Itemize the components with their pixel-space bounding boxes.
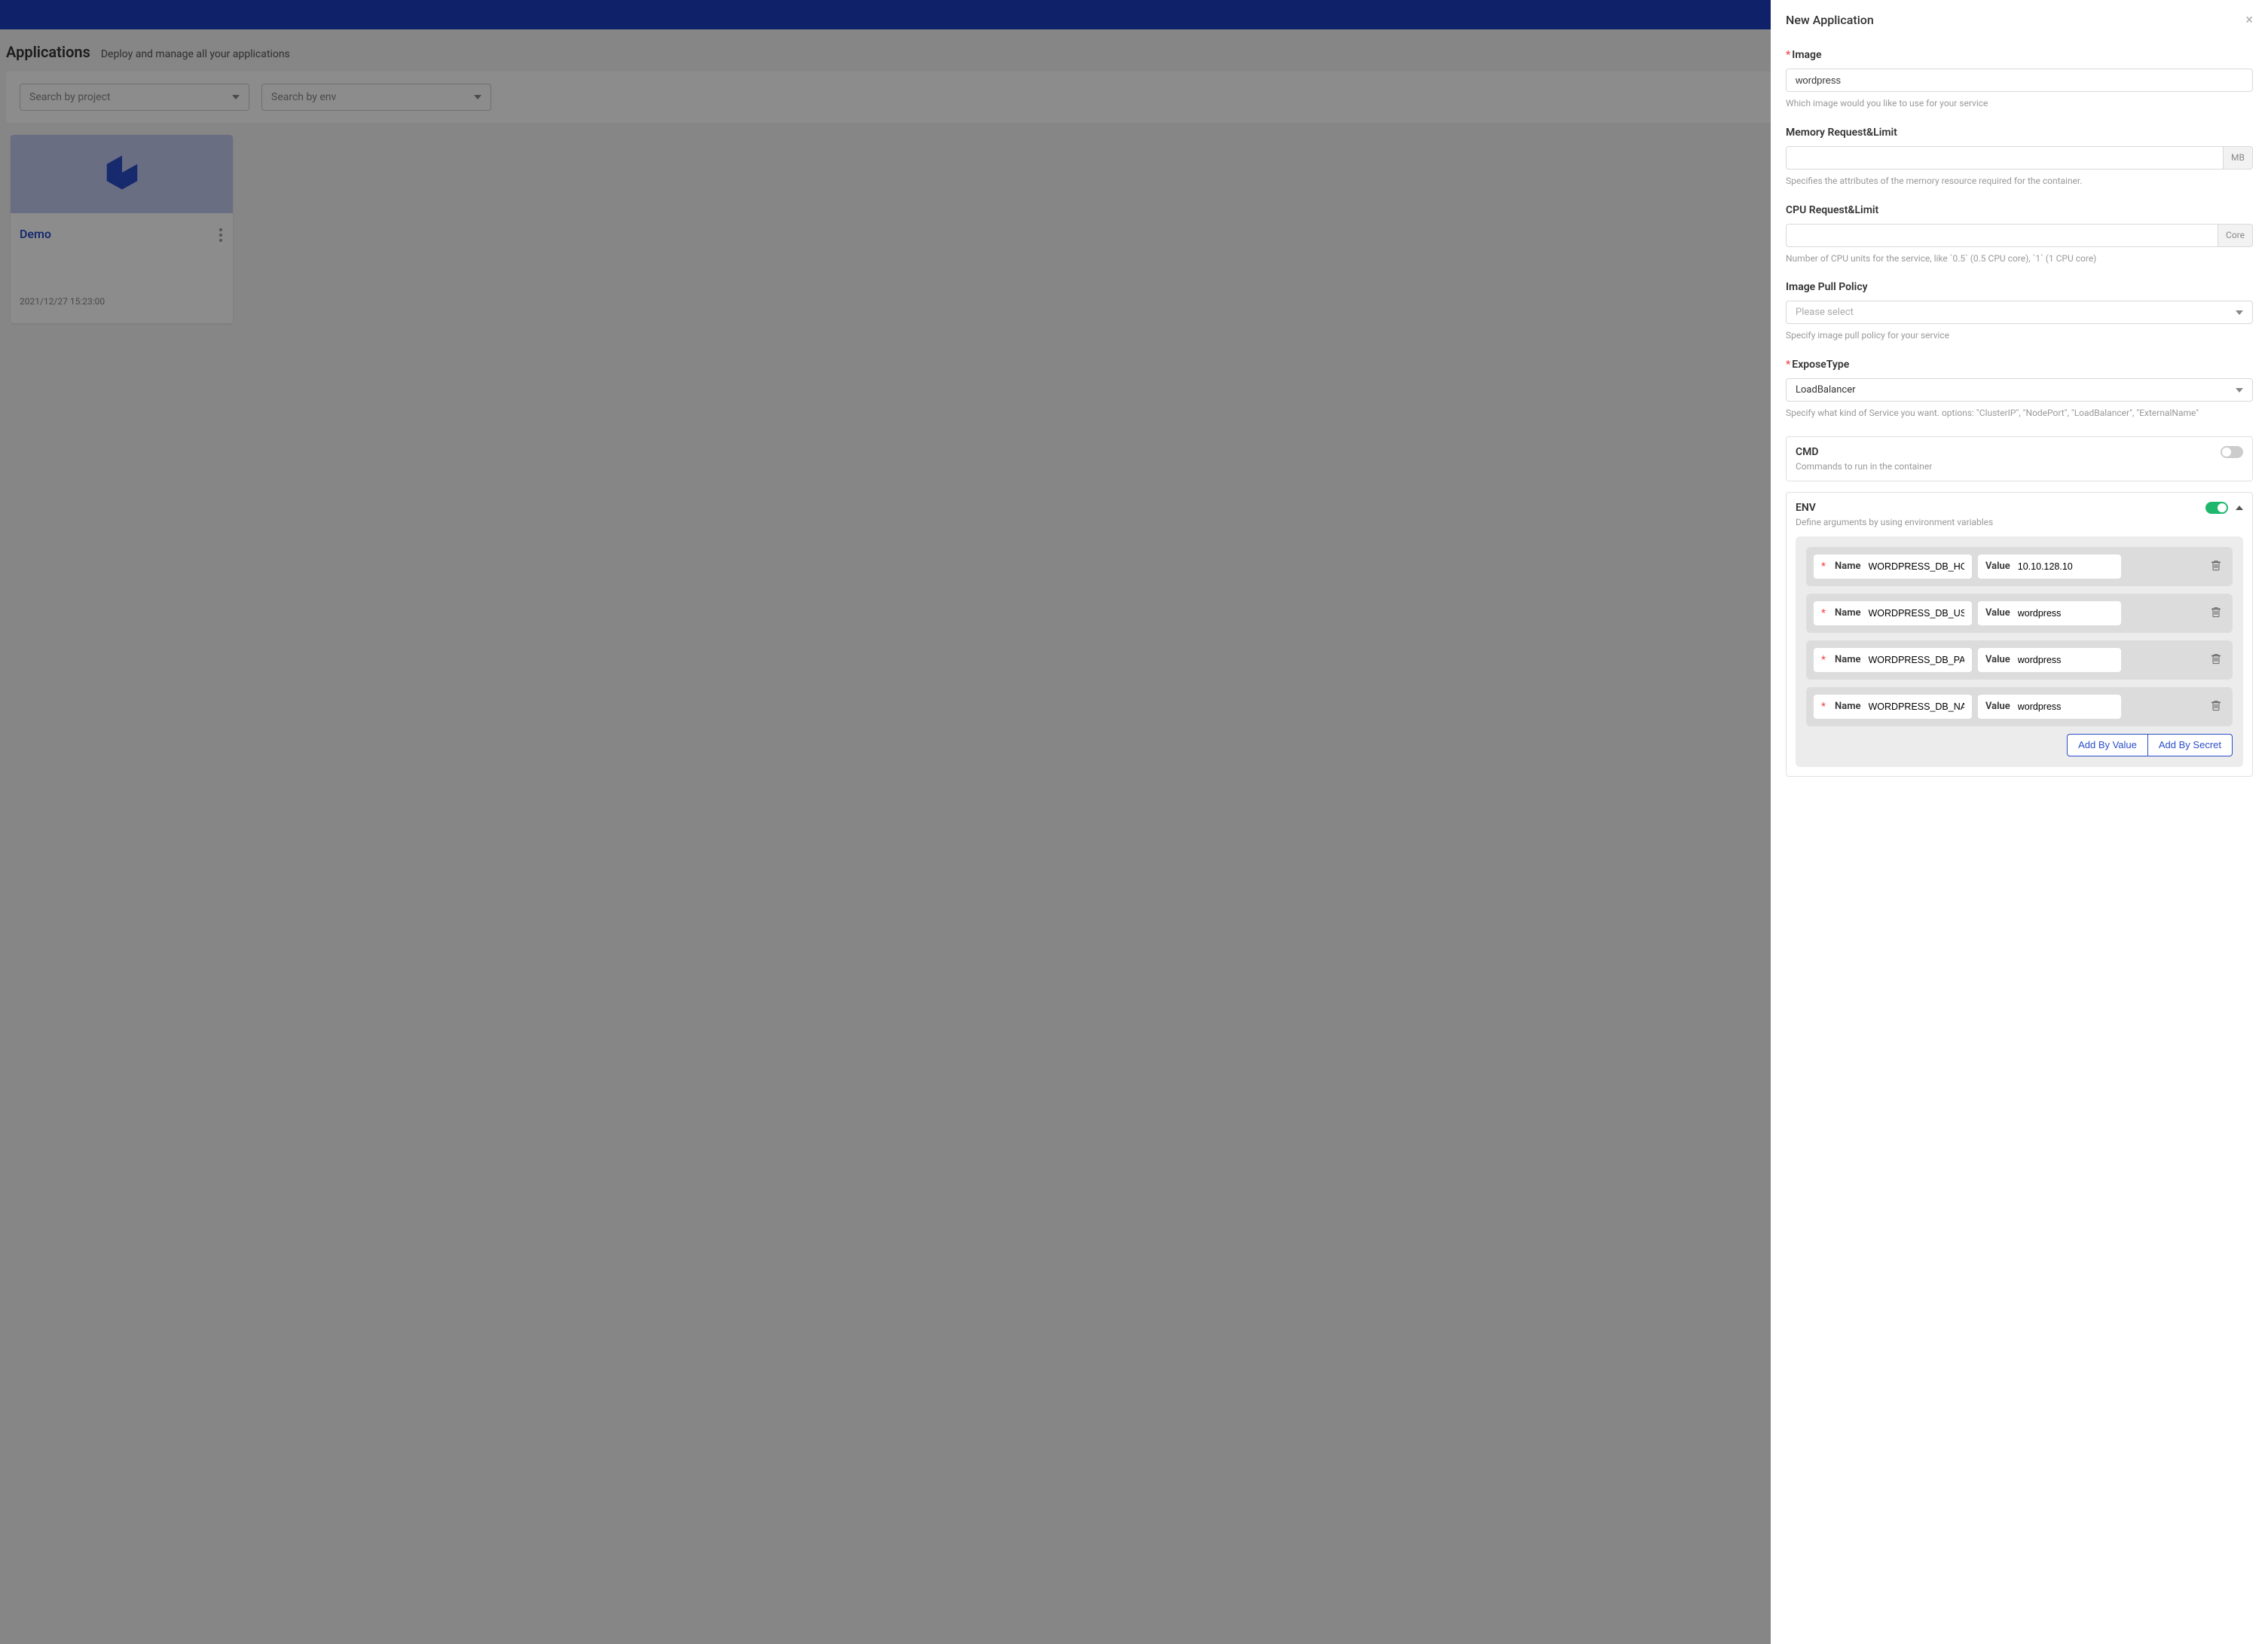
- env-value-input[interactable]: [2018, 608, 2114, 619]
- env-desc: Define arguments by using environment va…: [1796, 517, 1993, 527]
- cmd-title: CMD: [1796, 446, 1932, 458]
- env-value-input[interactable]: [2018, 561, 2114, 572]
- env-name-label: Name: [1835, 607, 1860, 619]
- image-hint: Which image would you like to use for yo…: [1786, 97, 2253, 110]
- env-value-input[interactable]: [2018, 701, 2114, 712]
- chevron-down-icon: [2236, 310, 2243, 315]
- chevron-down-icon: [2236, 388, 2243, 393]
- env-name-label: Name: [1835, 654, 1860, 665]
- trash-icon[interactable]: [2207, 696, 2225, 717]
- env-row: *Name Value: [1806, 687, 2233, 726]
- env-value-input[interactable]: [2018, 655, 2114, 665]
- env-row: *Name Value: [1806, 594, 2233, 633]
- memory-suffix: MB: [2224, 146, 2253, 170]
- memory-input[interactable]: [1786, 146, 2224, 170]
- cpu-input[interactable]: [1786, 224, 2218, 247]
- image-label: *Image: [1786, 49, 2253, 61]
- add-by-value-button[interactable]: Add By Value: [2067, 734, 2148, 756]
- memory-hint: Specifies the attributes of the memory r…: [1786, 175, 2253, 188]
- close-icon[interactable]: ×: [2245, 12, 2253, 28]
- trash-icon[interactable]: [2207, 649, 2225, 671]
- chevron-up-icon[interactable]: [2236, 506, 2243, 510]
- cpu-label: CPU Request&Limit: [1786, 204, 2253, 216]
- pull-policy-hint: Specify image pull policy for your servi…: [1786, 329, 2253, 342]
- env-toggle[interactable]: [2205, 502, 2228, 514]
- env-value-label: Value: [1985, 561, 2010, 572]
- env-name-label: Name: [1835, 561, 1860, 572]
- cpu-group: CPU Request&Limit Core Number of CPU uni…: [1786, 204, 2253, 265]
- trash-icon[interactable]: [2207, 603, 2225, 624]
- add-by-secret-button[interactable]: Add By Secret: [2148, 734, 2233, 756]
- expose-value: LoadBalancer: [1796, 384, 1856, 396]
- cmd-section: CMD Commands to run in the container: [1786, 436, 2253, 481]
- expose-select[interactable]: LoadBalancer: [1786, 378, 2253, 402]
- pull-policy-select[interactable]: Please select: [1786, 301, 2253, 324]
- cpu-suffix: Core: [2218, 224, 2253, 247]
- expose-hint: Specify what kind of Service you want. o…: [1786, 407, 2253, 420]
- expose-group: *ExposeType LoadBalancer Specify what ki…: [1786, 359, 2253, 420]
- cmd-desc: Commands to run in the container: [1796, 461, 1932, 472]
- env-value-field: Value: [1978, 555, 2121, 579]
- image-group: *Image Which image would you like to use…: [1786, 49, 2253, 110]
- trash-icon[interactable]: [2207, 556, 2225, 577]
- new-application-drawer: New Application × *Image Which image wou…: [1771, 0, 2268, 1644]
- env-name-input[interactable]: [1869, 608, 1965, 619]
- env-name-field: *Name: [1814, 648, 1972, 672]
- env-row: *Name Value: [1806, 547, 2233, 586]
- env-name-label: Name: [1835, 701, 1860, 712]
- env-value-label: Value: [1985, 607, 2010, 619]
- expose-label: *ExposeType: [1786, 359, 2253, 371]
- cmd-toggle[interactable]: [2221, 446, 2243, 458]
- env-name-input[interactable]: [1869, 561, 1965, 572]
- drawer-header: New Application ×: [1786, 12, 2253, 28]
- env-row: *Name Value: [1806, 640, 2233, 680]
- pull-policy-label: Image Pull Policy: [1786, 281, 2253, 293]
- memory-group: Memory Request&Limit MB Specifies the at…: [1786, 127, 2253, 188]
- env-title: ENV: [1796, 502, 1993, 514]
- env-name-field: *Name: [1814, 555, 1972, 579]
- env-section: ENV Define arguments by using environmen…: [1786, 492, 2253, 777]
- env-name-field: *Name: [1814, 695, 1972, 719]
- env-value-field: Value: [1978, 648, 2121, 672]
- env-name-input[interactable]: [1869, 701, 1965, 712]
- pull-policy-group: Image Pull Policy Please select Specify …: [1786, 281, 2253, 342]
- env-value-label: Value: [1985, 701, 2010, 712]
- env-body: *Name Value *Name Value *Name Value *Name Value…: [1796, 536, 2243, 767]
- cpu-hint: Number of CPU units for the service, lik…: [1786, 252, 2253, 265]
- env-value-field: Value: [1978, 695, 2121, 719]
- memory-label: Memory Request&Limit: [1786, 127, 2253, 139]
- pull-policy-placeholder: Please select: [1796, 307, 1854, 318]
- image-input[interactable]: [1786, 69, 2253, 92]
- env-value-field: Value: [1978, 601, 2121, 625]
- env-name-field: *Name: [1814, 601, 1972, 625]
- env-name-input[interactable]: [1869, 655, 1965, 665]
- env-value-label: Value: [1985, 654, 2010, 665]
- drawer-title: New Application: [1786, 13, 1874, 27]
